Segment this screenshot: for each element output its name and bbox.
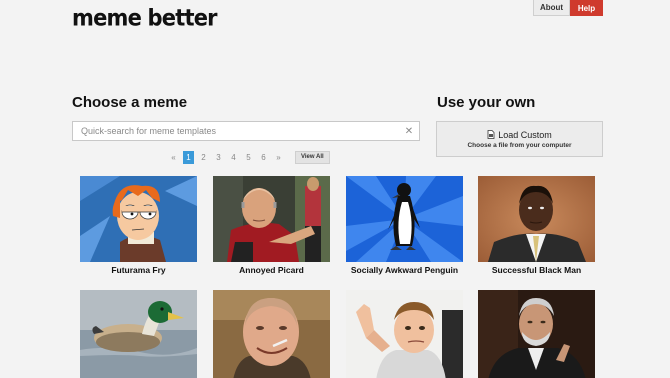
file-icon	[487, 130, 495, 139]
meme-thumbnail[interactable]	[346, 176, 463, 262]
meme-title: Annoyed Picard	[239, 265, 304, 275]
meme-thumbnail[interactable]	[80, 290, 197, 378]
meme-title: Socially Awkward Penguin	[350, 265, 459, 275]
meme-card[interactable]	[80, 290, 197, 378]
load-custom-subtext: Choose a file from your computer	[467, 141, 572, 149]
meme-thumbnail[interactable]	[478, 176, 595, 262]
meme-card[interactable]: Successful Black Man	[478, 176, 595, 275]
meme-thumbnail[interactable]	[213, 176, 330, 262]
pager-page-3[interactable]: 3	[211, 151, 226, 164]
meme-thumbnail[interactable]	[213, 290, 330, 378]
load-custom-label: Load Custom	[498, 129, 552, 140]
meme-card[interactable]	[346, 290, 463, 378]
search-box: ✕	[72, 121, 420, 141]
choose-meme-heading: Choose a meme	[72, 94, 188, 111]
site-logo[interactable]: meme better	[72, 5, 218, 31]
meme-thumbnail[interactable]	[478, 290, 595, 378]
pager-page-1[interactable]: 1	[183, 151, 194, 164]
pager-page-2[interactable]: 2	[196, 151, 211, 164]
pager-prev[interactable]: «	[166, 151, 181, 164]
meme-thumbnail[interactable]	[80, 176, 197, 262]
about-button[interactable]: About	[533, 0, 570, 16]
use-your-own-heading: Use your own	[437, 94, 536, 111]
pager-page-6[interactable]: 6	[256, 151, 271, 164]
top-nav: About Help	[533, 0, 603, 16]
load-custom-button[interactable]: Load Custom Choose a file from your comp…	[436, 121, 603, 157]
meme-card[interactable]	[213, 290, 330, 378]
help-button[interactable]: Help	[570, 0, 603, 16]
close-icon[interactable]: ✕	[402, 126, 416, 137]
pagination: « 1 2 3 4 5 6 » View All	[166, 151, 330, 164]
meme-card[interactable]: Annoyed Picard	[213, 176, 330, 275]
pager-page-4[interactable]: 4	[226, 151, 241, 164]
meme-title: Futurama Fry	[111, 265, 166, 275]
pager-page-5[interactable]: 5	[241, 151, 256, 164]
meme-card[interactable]: Futurama Fry	[80, 176, 197, 275]
meme-thumbnail[interactable]	[346, 290, 463, 378]
pager-next[interactable]: »	[271, 151, 286, 164]
search-input[interactable]	[73, 122, 402, 140]
meme-card[interactable]: Socially Awkward Penguin	[346, 176, 463, 275]
meme-card[interactable]	[478, 290, 595, 378]
meme-title: Successful Black Man	[491, 265, 582, 275]
view-all-button[interactable]: View All	[295, 151, 330, 164]
